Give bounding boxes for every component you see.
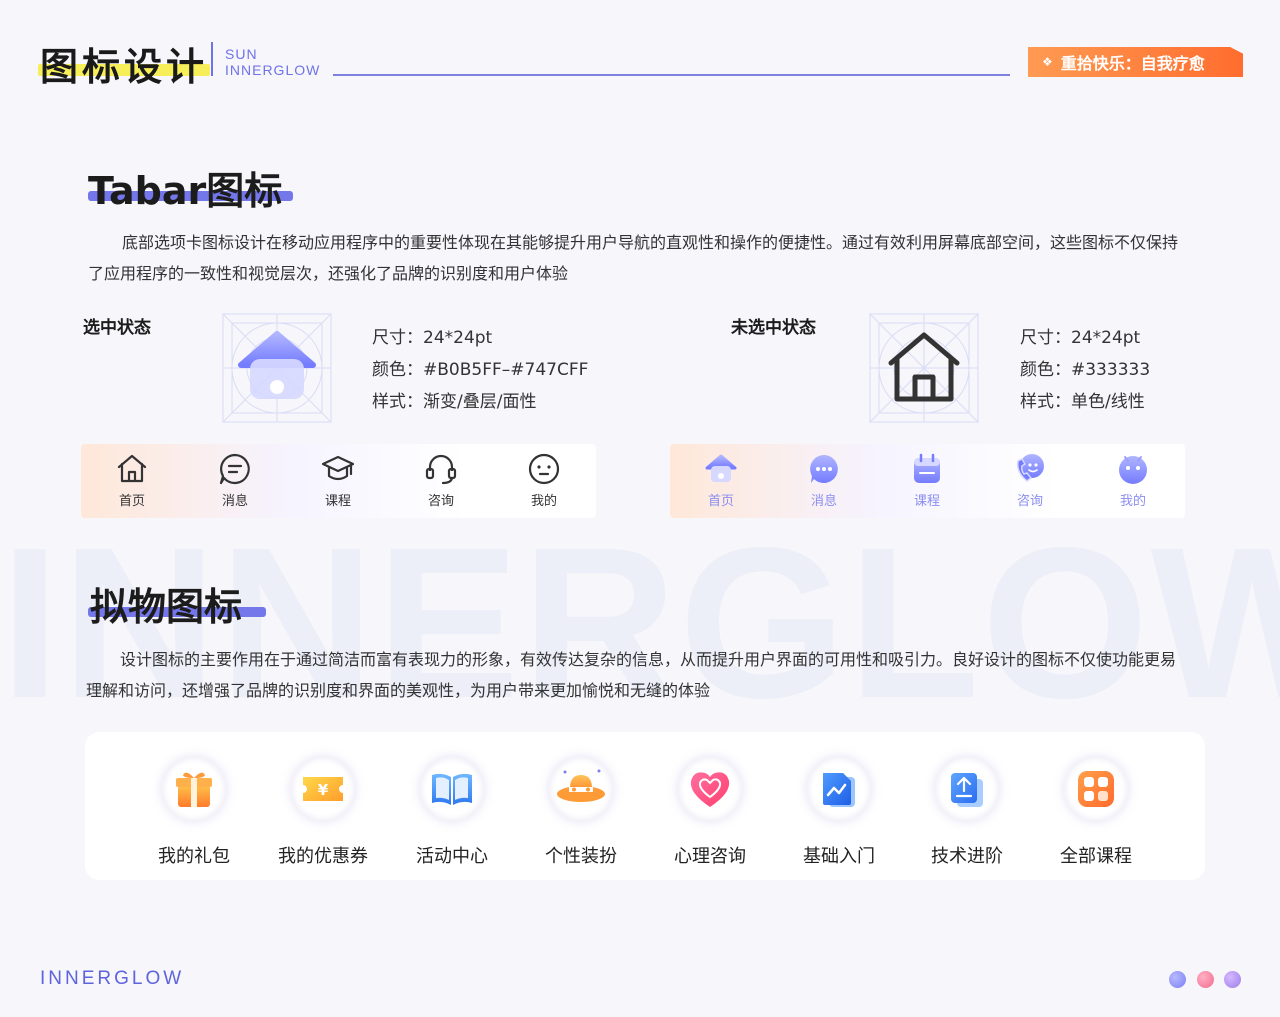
tab-profile-label: 我的 (530, 494, 557, 509)
selected-state-label: 选中状态 (83, 318, 151, 338)
app-psych-consult-label: 心理咨询 (674, 846, 746, 867)
home-icon (705, 454, 737, 482)
phone-chat-icon (1016, 454, 1044, 482)
tab-message-selected[interactable]: 消息 (789, 452, 859, 509)
open-book-icon (432, 773, 472, 805)
calendar-icon (914, 453, 940, 483)
message-icon (219, 453, 250, 485)
footer-dot-1 (1169, 971, 1186, 988)
tabbar-linear: 首页 消息 课程 咨询 我的 (81, 444, 596, 518)
tab-course-selected-label: 课程 (913, 494, 940, 509)
brand-subtitle: SUN INNERGLOW (225, 46, 320, 78)
smiley-icon (528, 453, 560, 485)
skeuo-icon-card: 我的礼包 ¥ 我的优惠券 活动中心 个性装扮 心理咨询 基础入门 技术进阶 全部… (85, 732, 1205, 880)
skeuo-description: 设计图标的主要作用在于通过简洁而富有表现力的形象，有效传达复杂的信息，从而提升用… (86, 650, 1177, 700)
diamond-dots-icon: ❖ (1042, 55, 1053, 69)
tab-consult[interactable]: 咨询 (406, 452, 476, 509)
tab-message-selected-label: 消息 (810, 494, 837, 509)
tab-message-label: 消息 (221, 494, 248, 509)
unselected-style: 样式：单色/线性 (1020, 392, 1145, 412)
tab-profile-selected[interactable]: 我的 (1098, 452, 1168, 509)
app-my-coupon-label: 我的优惠券 (278, 846, 368, 867)
tabar-section-title: Tabar图标 (88, 169, 283, 213)
brand-subtitle-line1: SUN (225, 46, 258, 62)
app-tech-advanced[interactable]: 技术进阶 (907, 756, 1027, 868)
document-chart-icon (823, 773, 855, 807)
tab-profile[interactable]: 我的 (509, 452, 579, 509)
unselected-state-label: 未选中状态 (731, 318, 816, 338)
unselected-color: 颜色：#333333 (1020, 360, 1151, 380)
selected-style: 样式：渐变/叠层/面性 (372, 392, 537, 412)
selected-size: 尺寸：24*24pt (372, 328, 493, 348)
svg-text:¥: ¥ (318, 781, 329, 799)
tab-course[interactable]: 课程 (303, 452, 373, 509)
tab-consult-label: 咨询 (427, 494, 454, 509)
document-upload-icon (951, 773, 983, 807)
unselected-size: 尺寸：24*24pt (1020, 328, 1141, 348)
tab-home[interactable]: 首页 (97, 452, 167, 509)
grid-apps-icon (1078, 771, 1114, 807)
theme-badge: ❖ 重拾快乐：自我疗愈 (1028, 47, 1243, 77)
tab-home-label: 首页 (118, 494, 145, 509)
brand-subtitle-line2: INNERGLOW (225, 62, 321, 78)
unselected-spec: 尺寸：24*24pt 颜色：#333333 样式：单色/线性 (1020, 322, 1150, 418)
app-basic-intro-label: 基础入门 (803, 846, 875, 867)
selected-spec: 尺寸：24*24pt 颜色：#B0B5FF–#747CFF 样式：渐变/叠层/面… (372, 322, 588, 418)
selected-color: 颜色：#B0B5FF–#747CFF (372, 360, 589, 380)
footer-dot-3 (1224, 971, 1241, 988)
tab-consult-selected[interactable]: 咨询 (995, 452, 1065, 509)
page-title: 图标设计 (40, 45, 209, 89)
gift-icon (176, 772, 212, 807)
app-tech-advanced-label: 技术进阶 (931, 846, 1003, 867)
unselected-home-icon-preview (869, 313, 979, 423)
hat-icon (557, 769, 605, 802)
tabar-description: 底部选项卡图标设计在移动应用程序中的重要性体现在其能够提升用户导航的直观性和操作… (88, 233, 1179, 283)
app-activity-center[interactable]: 活动中心 (392, 756, 512, 868)
app-my-gift-label: 我的礼包 (158, 846, 230, 867)
tabbar-gradient: 首页 消息 课程 咨询 我的 (670, 444, 1185, 518)
app-psych-consult[interactable]: 心理咨询 (650, 756, 770, 868)
heart-icon (690, 772, 730, 807)
tab-course-label: 课程 (324, 494, 351, 509)
home-icon (117, 454, 147, 483)
app-all-courses-label: 全部课程 (1060, 846, 1132, 867)
selected-home-icon-preview (222, 313, 332, 423)
app-activity-center-label: 活动中心 (416, 846, 488, 867)
headset-icon (425, 454, 457, 485)
footer-brand: INNERGLOW (40, 968, 185, 989)
tab-message[interactable]: 消息 (200, 452, 270, 509)
title-divider (211, 42, 213, 76)
graduation-cap-icon (321, 455, 355, 481)
footer-dot-2 (1197, 971, 1214, 988)
tab-consult-selected-label: 咨询 (1016, 494, 1043, 509)
app-all-courses[interactable]: 全部课程 (1036, 756, 1156, 868)
message-icon (810, 455, 838, 483)
tab-home-selected[interactable]: 首页 (686, 452, 756, 509)
theme-badge-label: 重拾快乐：自我疗愈 (1060, 54, 1205, 73)
tab-profile-selected-label: 我的 (1119, 494, 1146, 509)
app-personal-dressup[interactable]: 个性装扮 (521, 756, 641, 868)
app-basic-intro[interactable]: 基础入门 (779, 756, 899, 868)
app-personal-dressup-label: 个性装扮 (545, 846, 617, 867)
coupon-icon: ¥ (303, 777, 343, 801)
app-my-coupon[interactable]: ¥ 我的优惠券 (263, 756, 383, 868)
app-my-gift[interactable]: 我的礼包 (134, 756, 254, 868)
tab-home-selected-label: 首页 (707, 494, 734, 509)
tab-course-selected[interactable]: 课程 (892, 452, 962, 509)
smiley-icon (1119, 456, 1147, 484)
header-rule (333, 74, 1010, 76)
skeuo-section-title: 拟物图标 (90, 585, 243, 629)
